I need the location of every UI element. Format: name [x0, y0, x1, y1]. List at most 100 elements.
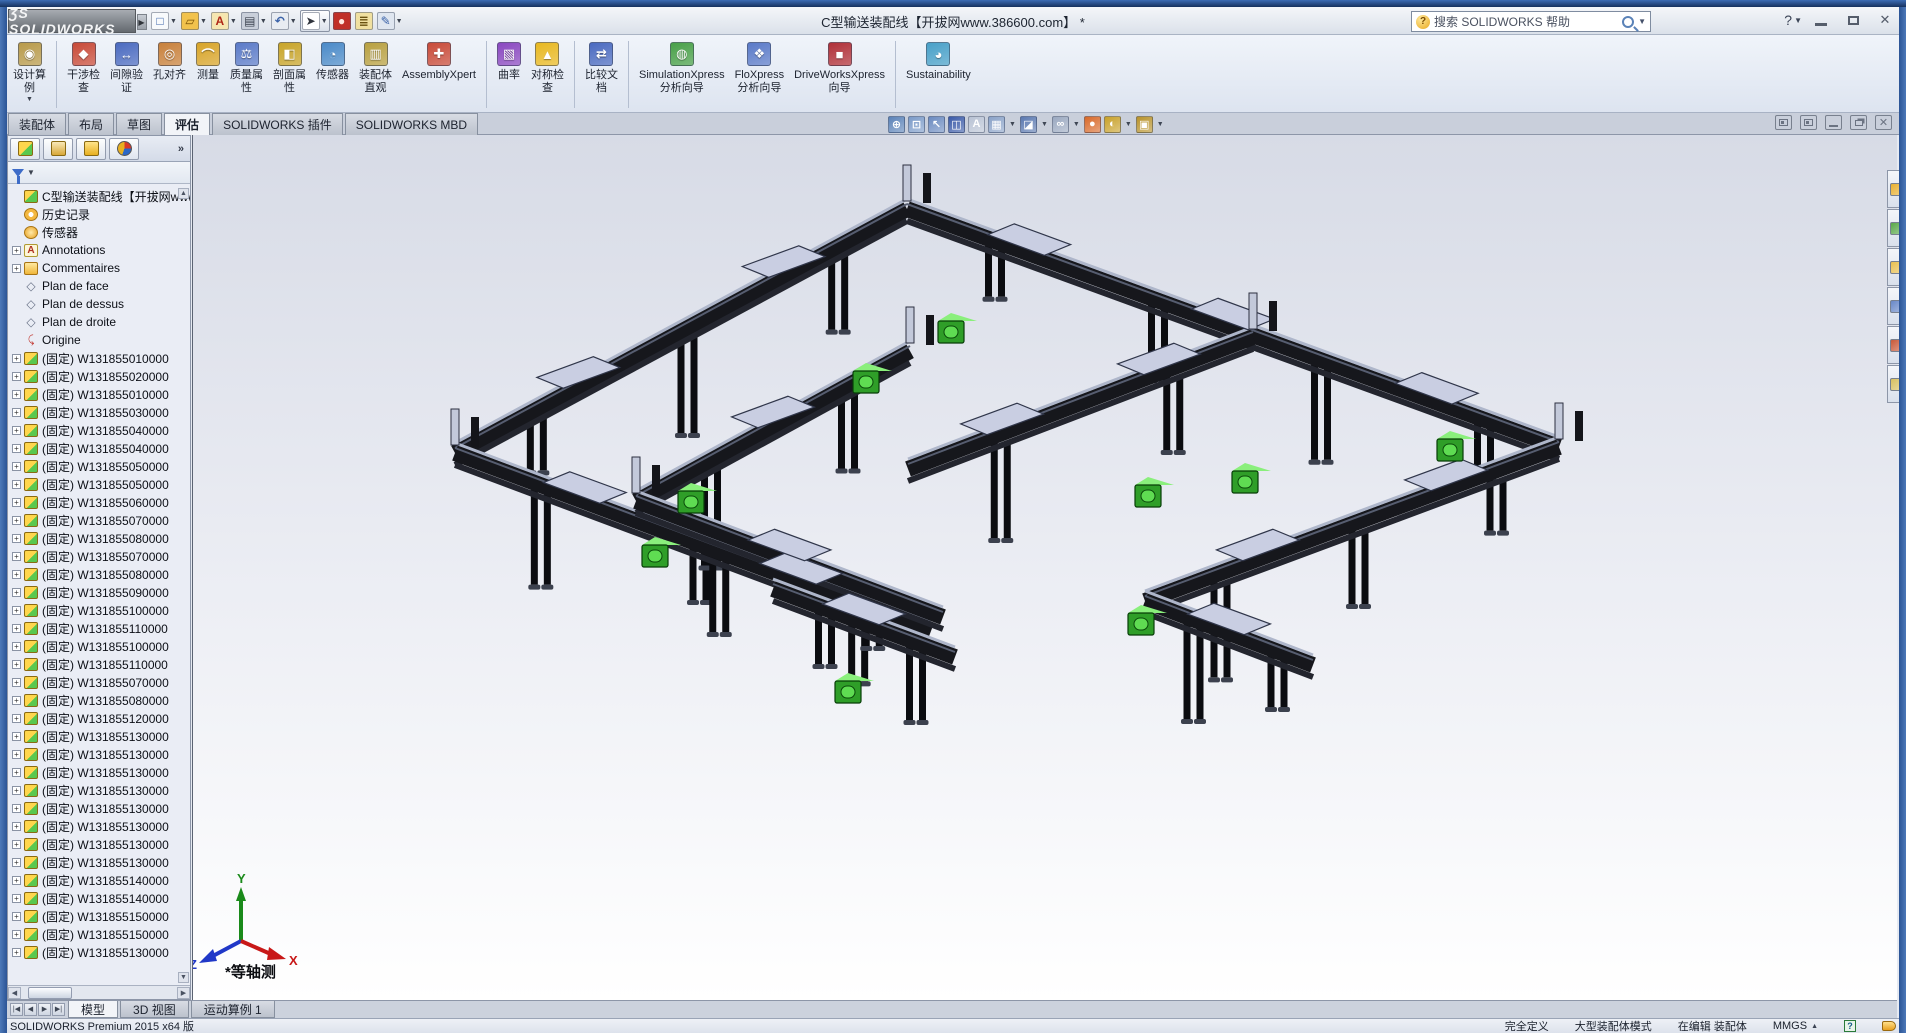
filter-dropdown-icon[interactable]: ▼ — [27, 168, 35, 177]
tree-item-10[interactable]: +(固定) W131855010000 — [10, 385, 190, 403]
nav-next-icon[interactable]: ▶ — [38, 1003, 51, 1016]
new-document-button[interactable]: □▼ — [150, 10, 178, 32]
display-style-icon[interactable]: ◪ — [1020, 116, 1037, 133]
command-tab-layout[interactable]: 布局 — [68, 113, 114, 135]
expand-icon[interactable]: + — [12, 552, 21, 561]
curvature-button[interactable]: ▧曲率 — [492, 38, 526, 111]
tree-item-19[interactable]: +(固定) W131855070000 — [10, 547, 190, 565]
tree-item-9[interactable]: +(固定) W131855020000 — [10, 367, 190, 385]
expand-icon[interactable]: + — [12, 876, 21, 885]
open-document-button[interactable]: ▱▼ — [180, 10, 208, 32]
minimize-button[interactable] — [1808, 11, 1834, 29]
nav-last-icon[interactable]: ▶| — [52, 1003, 65, 1016]
expand-icon[interactable]: + — [12, 588, 21, 597]
view-settings-icon[interactable]: ▣ — [1136, 116, 1153, 133]
previous-view-icon[interactable]: ↖ — [928, 116, 945, 133]
tree-item-18[interactable]: +(固定) W131855080000 — [10, 529, 190, 547]
command-tab-solidworks-mbd[interactable]: SOLIDWORKS MBD — [345, 113, 478, 135]
expand-icon[interactable]: + — [12, 462, 21, 471]
measure-button[interactable]: ⌒测量 — [191, 38, 225, 111]
tree-item-15[interactable]: +(固定) W131855050000 — [10, 475, 190, 493]
help-button[interactable]: ?▼ — [1784, 12, 1802, 28]
expand-icon[interactable]: + — [12, 660, 21, 669]
expand-icon[interactable]: + — [12, 624, 21, 633]
hscroll-right-arrow[interactable]: ▶ — [177, 987, 190, 999]
tree-item-32[interactable]: +(固定) W131855130000 — [10, 781, 190, 799]
tab-configurationmanager[interactable] — [76, 138, 106, 160]
expand-icon[interactable]: + — [12, 642, 21, 651]
panel-tabs-overflow[interactable]: » — [178, 143, 188, 155]
command-tab-solidworks-addins[interactable]: SOLIDWORKS 插件 — [212, 113, 343, 135]
print-button[interactable]: ▤▼ — [240, 10, 268, 32]
expand-icon[interactable]: + — [12, 768, 21, 777]
tree-item-14[interactable]: +(固定) W131855050000 — [10, 457, 190, 475]
tree-item-23[interactable]: +(固定) W131855110000 — [10, 619, 190, 637]
restore-doc-button[interactable] — [1850, 115, 1867, 130]
command-tab-assembly[interactable]: 装配体 — [8, 113, 66, 135]
expand-icon[interactable]: + — [12, 390, 21, 399]
driveworksxpress-button[interactable]: ■DriveWorksXpress 向导 — [789, 38, 890, 111]
bottom-tab-motion-study-1[interactable]: 运动算例 1 — [191, 1001, 275, 1018]
bottom-tab-3d-views[interactable]: 3D 视图 — [120, 1001, 189, 1018]
expand-icon[interactable]: + — [12, 732, 21, 741]
sustainability-button[interactable]: ◕Sustainability — [901, 38, 976, 111]
hide-show-items-icon[interactable]: ∞ — [1052, 116, 1069, 133]
expand-icon[interactable]: + — [12, 912, 21, 921]
expand-icon[interactable]: + — [12, 804, 21, 813]
mass-properties-button[interactable]: ⚖质量属 性 — [225, 38, 268, 111]
tree-horizontal-scrollbar[interactable]: ◀ ▶ — [8, 985, 190, 999]
select-cursor-dropdown-icon[interactable]: ▼ — [321, 18, 328, 25]
pane-right-button[interactable] — [1800, 115, 1817, 130]
restore-button[interactable] — [1840, 11, 1866, 29]
tree-item-25[interactable]: +(固定) W131855110000 — [10, 655, 190, 673]
expand-icon[interactable]: + — [12, 408, 21, 417]
expand-icon[interactable]: + — [12, 930, 21, 939]
rebuild-button[interactable]: ● — [332, 10, 352, 32]
tree-item-12[interactable]: +(固定) W131855040000 — [10, 421, 190, 439]
hscroll-thumb[interactable] — [28, 987, 72, 999]
view-orientation-dropdown-icon[interactable]: ▼ — [1009, 121, 1016, 128]
apply-scene-dropdown-icon[interactable]: ▼ — [1125, 121, 1132, 128]
expand-icon[interactable]: + — [12, 678, 21, 687]
undo-dropdown-icon[interactable]: ▼ — [290, 18, 297, 25]
edit-appearance-icon[interactable]: ● — [1084, 116, 1101, 133]
tab-propertymanager[interactable] — [43, 138, 73, 160]
tree-item-0[interactable]: 历史记录 — [10, 205, 190, 223]
assembly-visualization-button[interactable]: ▥装配体 直观 — [354, 38, 397, 111]
nav-first-icon[interactable]: |◀ — [10, 1003, 23, 1016]
hide-show-items-dropdown-icon[interactable]: ▼ — [1073, 121, 1080, 128]
expand-icon[interactable]: + — [12, 858, 21, 867]
tree-item-17[interactable]: +(固定) W131855070000 — [10, 511, 190, 529]
file-properties-button[interactable]: ≣ — [354, 10, 374, 32]
assembly-xpert-button[interactable]: ✚AssemblyXpert — [397, 38, 481, 111]
search-icon[interactable] — [1622, 16, 1634, 28]
tree-item-2[interactable]: +AAnnotations — [10, 241, 190, 259]
options-button[interactable]: ✎▼ — [376, 10, 404, 32]
zoom-to-fit-icon[interactable]: ⊕ — [888, 116, 905, 133]
tree-scroll-down[interactable]: ▼ — [178, 972, 189, 983]
floxpress-button[interactable]: ❖FloXpress 分析向导 — [730, 38, 790, 111]
expand-icon[interactable]: + — [12, 516, 21, 525]
tree-item-37[interactable]: +(固定) W131855140000 — [10, 871, 190, 889]
expand-icon[interactable]: + — [12, 480, 21, 489]
tree-item-3[interactable]: +Commentaires — [10, 259, 190, 277]
filter-icon[interactable] — [12, 169, 24, 177]
status-tag-icon[interactable] — [1882, 1021, 1896, 1031]
expand-icon[interactable]: + — [12, 372, 21, 381]
tree-item-28[interactable]: +(固定) W131855120000 — [10, 709, 190, 727]
pane-left-button[interactable] — [1775, 115, 1792, 130]
tree-item-8[interactable]: +(固定) W131855010000 — [10, 349, 190, 367]
nav-prev-icon[interactable]: ◀ — [24, 1003, 37, 1016]
tree-item-30[interactable]: +(固定) W131855130000 — [10, 745, 190, 763]
search-box[interactable]: ? 搜索 SOLIDWORKS 帮助 ▼ — [1411, 11, 1651, 32]
hscroll-left-arrow[interactable]: ◀ — [8, 987, 21, 999]
expand-icon[interactable]: + — [12, 894, 21, 903]
expand-icon[interactable]: + — [12, 840, 21, 849]
tree-item-36[interactable]: +(固定) W131855130000 — [10, 853, 190, 871]
view-orientation-icon[interactable]: ▦ — [988, 116, 1005, 133]
tree-item-4[interactable]: ◇Plan de face — [10, 277, 190, 295]
options-dropdown-icon[interactable]: ▼ — [396, 18, 403, 25]
tree-item-21[interactable]: +(固定) W131855090000 — [10, 583, 190, 601]
select-cursor-button[interactable]: ➤▼ — [300, 10, 330, 32]
tab-displaymanager[interactable] — [109, 138, 139, 160]
